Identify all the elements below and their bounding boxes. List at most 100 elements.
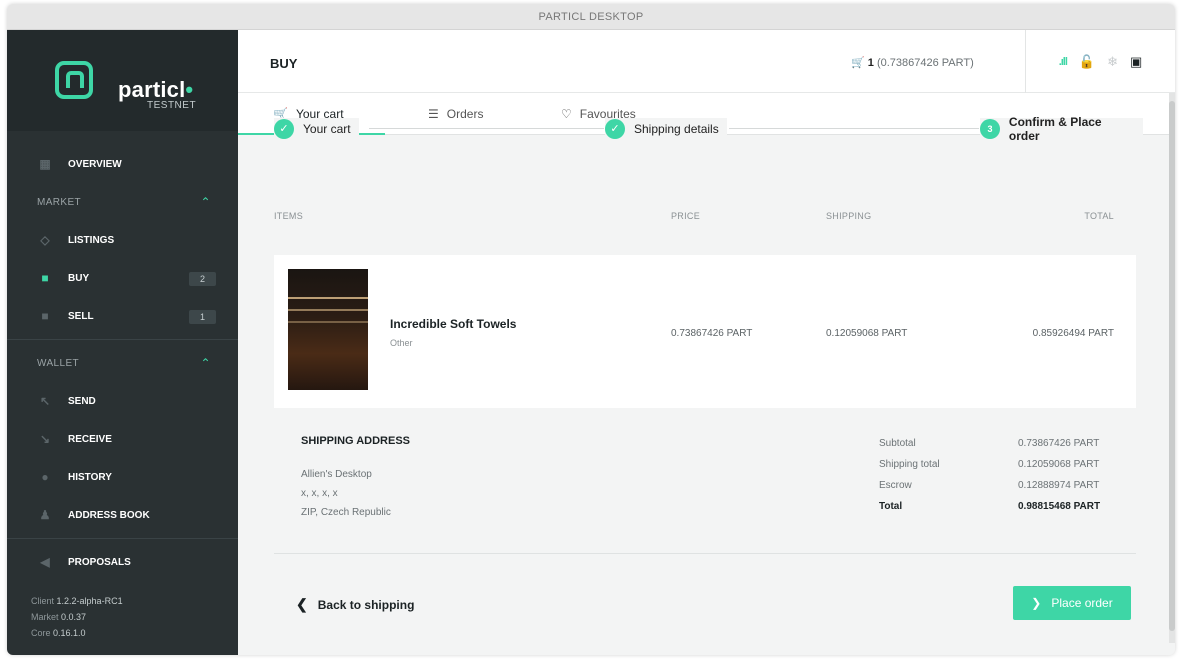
sidebar-item-address-book[interactable]: ♟ ADDRESS BOOK	[7, 496, 238, 534]
network-label: TESTNET	[147, 100, 197, 111]
logo[interactable]: particl• TESTNET	[7, 30, 238, 131]
divider	[7, 538, 238, 539]
status-icons: .ıll 🔓 ❄ ▣	[1025, 30, 1175, 93]
col-total: TOTAL	[1084, 211, 1114, 221]
cart-count: 1	[867, 57, 874, 69]
check-icon: ✓	[605, 119, 625, 139]
step-label: Your cart	[303, 122, 351, 136]
shipping-address: Allien's Desktop x, x, x, x ZIP, Czech R…	[301, 465, 391, 522]
cart-amount: (0.73867426 PART)	[876, 57, 974, 69]
sidebar-item-label: BUY	[68, 272, 90, 284]
back-to-shipping-button[interactable]: ❮ Back to shipping	[296, 596, 414, 613]
chevron-left-icon: ❮	[296, 596, 308, 612]
sidebar-item-sell[interactable]: ■ SELL 1	[7, 297, 238, 335]
shipping-total-label: Shipping total	[879, 459, 940, 470]
table-row: Incredible Soft Towels Other 0.73867426 …	[274, 255, 1136, 408]
sidebar-item-label: SEND	[68, 395, 96, 407]
step-your-cart[interactable]: ✓ Your cart	[274, 118, 359, 140]
version-info: Client 1.2.2-alpha-RC1 Market 0.0.37 Cor…	[31, 593, 123, 641]
count-badge: 2	[189, 272, 216, 286]
address-line: ZIP, Czech Republic	[301, 507, 391, 518]
sidebar-item-proposals[interactable]: ◀ PROPOSALS	[7, 543, 238, 581]
console-icon[interactable]: ▣	[1130, 54, 1142, 70]
address-line: x, x, x, x	[301, 488, 338, 499]
sidebar-item-label: SELL	[68, 310, 94, 322]
subtotal-label: Subtotal	[879, 438, 916, 449]
bag-icon: ■	[41, 271, 49, 285]
page-title: BUY	[270, 56, 298, 71]
core-version: Core 0.16.1.0	[31, 628, 86, 638]
col-items: ITEMS	[274, 211, 304, 221]
step-connector	[369, 128, 604, 129]
address-line: Allien's Desktop	[301, 469, 372, 480]
step-shipping-details[interactable]: ✓ Shipping details	[605, 118, 727, 140]
product-category: Other	[390, 338, 413, 348]
step-label: Shipping details	[634, 122, 719, 136]
count-badge: 1	[189, 310, 216, 324]
check-icon: ✓	[274, 119, 294, 139]
step-number: 3	[980, 119, 1000, 139]
clock-icon: ●	[41, 470, 49, 484]
escrow-value: 0.12888974 PART	[1018, 480, 1100, 491]
order-summary: SHIPPING ADDRESS Allien's Desktop x, x, …	[274, 408, 1136, 554]
place-order-button[interactable]: ❯ Place order	[1013, 586, 1131, 620]
item-total: 0.85926494 PART	[1032, 328, 1114, 339]
scrollbar[interactable]	[1169, 93, 1175, 643]
total-value: 0.98815468 PART	[1018, 501, 1101, 512]
sidebar-item-label: HISTORY	[68, 471, 112, 483]
sidebar-nav: ▦ OVERVIEW MARKET ⌃ ◇ LISTINGS ■ BUY 2 ■…	[7, 131, 238, 581]
col-shipping: SHIPPING	[826, 211, 872, 221]
button-label: Back to shipping	[317, 598, 415, 612]
tag-icon: ◇	[40, 233, 50, 247]
grid-icon: ▦	[39, 157, 51, 171]
signal-icon[interactable]: .ıll	[1059, 56, 1068, 68]
escrow-label: Escrow	[879, 480, 912, 491]
section-market[interactable]: MARKET ⌃	[7, 183, 238, 221]
lock-open-icon[interactable]: 🔓	[1079, 54, 1095, 70]
col-price: PRICE	[671, 211, 701, 221]
snowflake-icon[interactable]: ❄	[1107, 54, 1118, 70]
market-version: Market 0.0.37	[31, 612, 87, 622]
subtotal-value: 0.73867426 PART	[1018, 438, 1100, 449]
sidebar-item-label: PROPOSALS	[68, 556, 131, 568]
sidebar-item-history[interactable]: ● HISTORY	[7, 458, 238, 496]
button-label: Place order	[1051, 596, 1113, 610]
divider	[7, 339, 238, 340]
sidebar-item-receive[interactable]: ↘ RECEIVE	[7, 420, 238, 458]
sidebar-item-listings[interactable]: ◇ LISTINGS	[7, 221, 238, 259]
item-shipping: 0.12059068 PART	[826, 328, 908, 339]
section-label: MARKET	[37, 196, 82, 208]
receive-icon: ↘	[39, 432, 51, 446]
sidebar-item-label: OVERVIEW	[68, 158, 122, 170]
contacts-icon: ♟	[39, 508, 51, 522]
sidebar-item-label: RECEIVE	[68, 433, 112, 445]
header-bar: BUY 🛒 1 (0.73867426 PART) .ıll 🔓 ❄ ▣	[238, 30, 1175, 93]
sidebar-item-send[interactable]: ↖ SEND	[7, 382, 238, 420]
section-wallet[interactable]: WALLET ⌃	[7, 344, 238, 382]
client-version: Client 1.2.2-alpha-RC1	[31, 596, 123, 606]
shipping-total-value: 0.12059068 PART	[1018, 459, 1100, 470]
sidebar-item-overview[interactable]: ▦ OVERVIEW	[7, 145, 238, 183]
product-name[interactable]: Incredible Soft Towels	[390, 317, 516, 331]
app-window: PARTICL DESKTOP particl• TESTNET ▦ OVERV…	[7, 4, 1175, 655]
cart-summary[interactable]: 🛒 1 (0.73867426 PART)	[851, 56, 974, 69]
sidebar-item-label: LISTINGS	[68, 234, 115, 246]
chevron-up-icon: ⌃	[200, 356, 211, 370]
sidebar-item-buy[interactable]: ■ BUY 2	[7, 259, 238, 297]
section-label: WALLET	[37, 357, 80, 369]
main-content: BUY 🛒 1 (0.73867426 PART) .ıll 🔓 ❄ ▣ 🛒 Yo…	[238, 30, 1175, 655]
scrollbar-thumb[interactable]	[1169, 101, 1175, 631]
send-icon: ↖	[39, 394, 51, 408]
step-connector	[729, 128, 979, 129]
totals-values: 0.73867426 PART 0.12059068 PART 0.128889…	[1018, 433, 1100, 517]
step-label: Confirm & Place order	[1008, 115, 1102, 143]
particl-logo-icon	[55, 61, 93, 99]
sidebar-item-label: ADDRESS BOOK	[68, 509, 150, 521]
product-image[interactable]	[288, 269, 368, 390]
checkout-stepper: ✓ Your cart ✓ Shipping details 3 Confirm…	[274, 115, 1143, 146]
bag-icon: ■	[41, 309, 49, 323]
chevron-right-icon: ❯	[1031, 596, 1042, 610]
cart-icon: 🛒	[851, 57, 865, 69]
sidebar: particl• TESTNET ▦ OVERVIEW MARKET ⌃ ◇ L…	[7, 30, 238, 655]
step-confirm: 3 Confirm & Place order	[980, 115, 1143, 143]
